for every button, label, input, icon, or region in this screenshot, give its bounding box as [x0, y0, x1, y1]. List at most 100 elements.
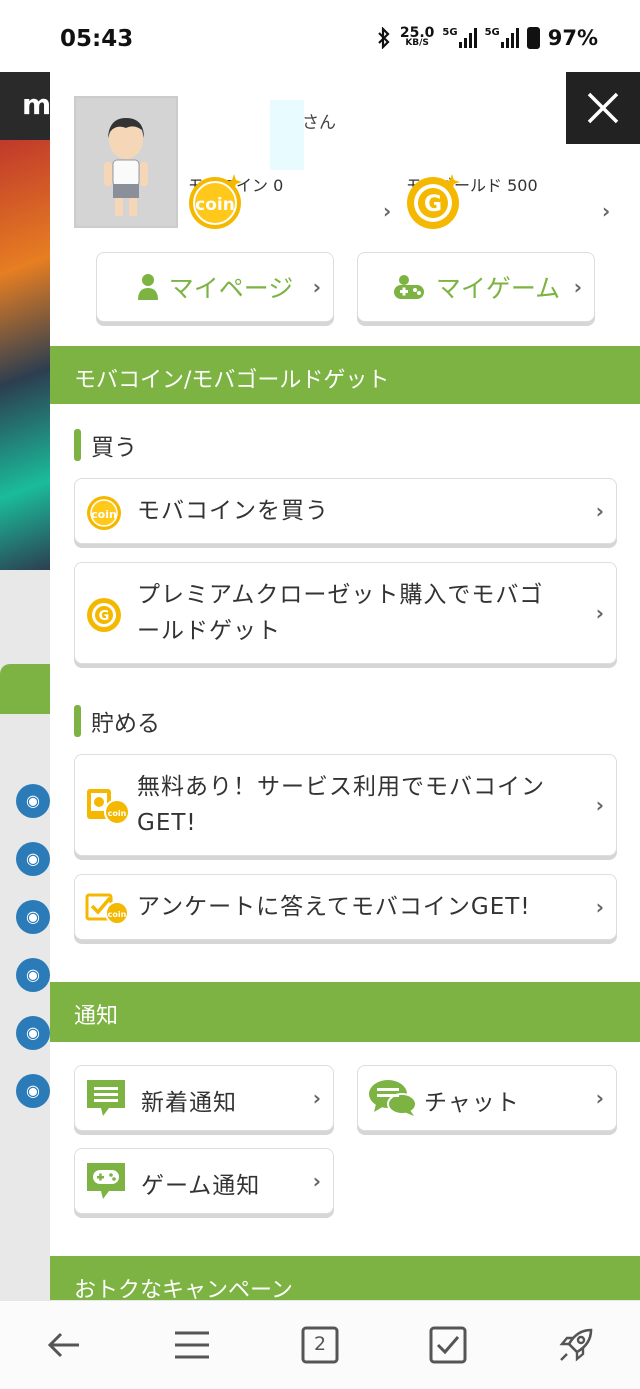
chevron-right-icon: ›	[383, 199, 392, 223]
chevron-right-icon: ›	[312, 1169, 321, 1193]
checkbox-icon	[429, 1326, 467, 1364]
svg-text:coin: coin	[108, 910, 127, 919]
svg-text:coin: coin	[195, 195, 235, 215]
gamepad-icon	[393, 275, 424, 299]
gold-icon: G	[87, 598, 121, 632]
subheader-buy: 買う	[74, 428, 137, 462]
signal-sim2: 5G	[485, 28, 519, 48]
chevron-right-icon: ›	[595, 793, 604, 817]
background-page: m ◉ ◉ ◉ ◉ ◉ ◉	[0, 72, 50, 1300]
new-notification-button[interactable]: 新着通知 ›	[74, 1065, 334, 1131]
free-service-item[interactable]: coin 無料あり！サービス利用でモバコイン GET! ›	[74, 754, 617, 856]
camera-icon: ◉	[16, 784, 50, 818]
mobacoin-balance[interactable]: coin モバコイン 0 ›	[188, 172, 398, 232]
menu-button[interactable]	[172, 1325, 212, 1365]
signal-sim1: 5G	[442, 27, 477, 48]
signal-bars-icon	[458, 28, 477, 48]
chat-button[interactable]: チャット ›	[357, 1065, 617, 1131]
svg-text:coin: coin	[108, 809, 127, 818]
mygame-label: マイゲーム	[435, 274, 561, 303]
survey-item[interactable]: coin アンケートに答えてモバコインGET! ›	[74, 874, 617, 940]
avatar[interactable]	[74, 96, 178, 228]
mobagold-value: 500	[507, 176, 538, 195]
premium-closet-line2: ールドゲット	[137, 618, 281, 644]
network-speed-value: 25.0	[399, 25, 435, 41]
premium-closet-item[interactable]: G プレミアムクローゼット購入でモバゴ ールドゲット ›	[74, 562, 617, 664]
svg-text:coin: coin	[91, 508, 117, 521]
tasks-button[interactable]	[428, 1325, 468, 1365]
chevron-right-icon: ›	[595, 1086, 604, 1110]
coin-icon: coin	[189, 174, 242, 229]
camera-icon: ◉	[16, 1016, 50, 1050]
hamburger-icon	[175, 1331, 209, 1359]
subheader-bar	[74, 429, 81, 461]
tabs-button[interactable]: 2	[300, 1325, 340, 1365]
new-notification-label: 新着通知	[141, 1090, 237, 1116]
background-tab	[0, 664, 50, 714]
chevron-right-icon: ›	[312, 1086, 321, 1110]
signal-bars-icon	[500, 28, 519, 48]
mypage-label: マイページ	[168, 274, 294, 303]
survey-coin-icon: coin	[85, 893, 129, 925]
rocket-icon	[559, 1328, 593, 1362]
buy-mobacoin-label: モバコインを買う	[137, 498, 329, 524]
battery-icon	[526, 27, 540, 49]
gold-icon: G	[407, 174, 460, 229]
mobagold-balance[interactable]: G モバゴールド 500 ›	[406, 172, 620, 232]
svg-text:G: G	[424, 192, 442, 217]
chevron-right-icon: ›	[595, 499, 604, 523]
tab-count: 2	[313, 1333, 327, 1355]
game-notification-button[interactable]: ゲーム通知 ›	[74, 1148, 334, 1214]
battery-percent: 97%	[547, 26, 598, 50]
message-icon	[87, 1080, 125, 1116]
background-logo: m	[0, 72, 50, 140]
back-button[interactable]	[44, 1325, 84, 1365]
person-icon	[137, 274, 158, 300]
chevron-right-icon: ›	[312, 275, 321, 299]
subheader-buy-label: 買う	[91, 435, 137, 461]
chat-icon	[369, 1080, 417, 1116]
sim2-label: 5G	[484, 27, 500, 38]
close-icon	[587, 92, 619, 124]
sim1-label: 5G	[442, 27, 458, 38]
camera-icon: ◉	[16, 842, 50, 876]
subheader-save: 貯める	[74, 704, 160, 738]
game-notification-label: ゲーム通知	[141, 1173, 261, 1199]
mobacoin-value: 0	[273, 176, 284, 195]
browser-bottom-nav: 2	[0, 1300, 640, 1389]
mygame-button[interactable]: マイゲーム ›	[357, 252, 595, 322]
chevron-right-icon: ›	[602, 199, 611, 223]
coin-icon: coin	[87, 496, 121, 530]
network-speed: 25.0 KB/S	[399, 25, 435, 48]
subheader-save-label: 貯める	[91, 711, 160, 737]
mypage-button[interactable]: マイページ ›	[96, 252, 334, 322]
camera-icon: ◉	[16, 958, 50, 992]
chevron-right-icon: ›	[573, 275, 582, 299]
clock: 05:43	[60, 26, 134, 52]
background-banner-image	[0, 140, 50, 570]
bluetooth-icon	[378, 27, 390, 49]
username-suffix: さん	[302, 113, 336, 133]
network-speed-unit: KB/S	[405, 38, 429, 48]
service-coin-icon: coin	[87, 789, 130, 825]
free-service-label: 無料あり！サービス利用でモバコイン GET!	[137, 769, 545, 841]
buy-mobacoin-item[interactable]: coin モバコインを買う ›	[74, 478, 617, 544]
chevron-right-icon: ›	[595, 601, 604, 625]
svg-text:G: G	[99, 609, 110, 624]
side-drawer: さん coin モバコイン 0 › G モバゴールド 500 › マイページ ›	[50, 72, 640, 1300]
close-button[interactable]	[566, 72, 640, 144]
background-list: ◉ ◉ ◉ ◉ ◉ ◉	[0, 772, 50, 1132]
username-redacted	[270, 100, 304, 170]
chat-label: チャット	[424, 1090, 520, 1116]
camera-icon: ◉	[16, 1074, 50, 1108]
subheader-bar	[74, 705, 81, 737]
section-header-campaign: おトクなキャンペーン	[50, 1256, 640, 1300]
chevron-right-icon: ›	[595, 895, 604, 919]
launch-button[interactable]	[556, 1325, 596, 1365]
premium-closet-line1: プレミアムクローゼット購入でモバゴ	[137, 582, 544, 608]
free-service-line1: 無料あり！サービス利用でモバコイン	[137, 774, 545, 800]
avatar-image	[76, 98, 176, 226]
game-message-icon	[87, 1163, 125, 1199]
survey-label: アンケートに答えてモバコインGET!	[137, 894, 531, 920]
status-icons: 25.0 KB/S 5G 5G 97%	[376, 26, 598, 50]
